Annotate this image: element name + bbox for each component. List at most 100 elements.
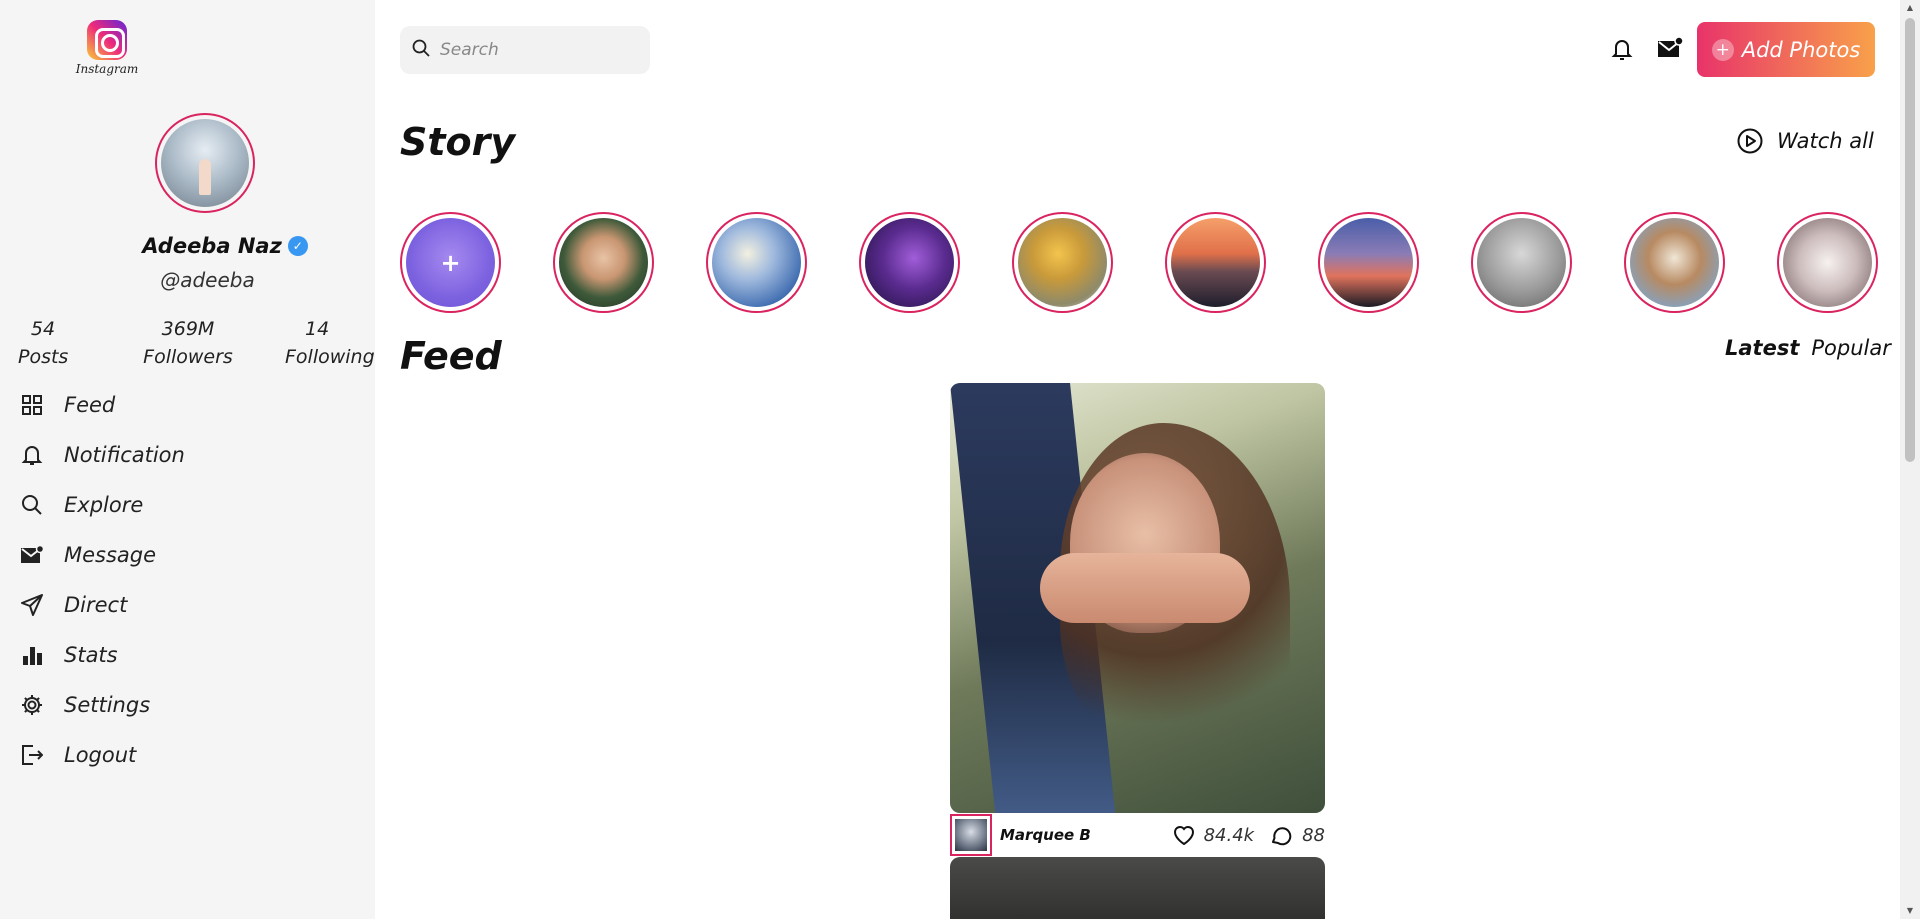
profile-avatar-image xyxy=(161,119,249,207)
notifications-button[interactable] xyxy=(1611,36,1633,66)
page-scrollbar[interactable]: ▲ ▼ xyxy=(1900,0,1920,919)
scroll-down-arrow-icon[interactable]: ▼ xyxy=(1900,903,1920,919)
stat-following[interactable]: 14 Following xyxy=(285,318,375,368)
feed-tabs: Latest Popular xyxy=(1725,336,1891,360)
story-image xyxy=(1324,218,1413,307)
tab-latest[interactable]: Latest xyxy=(1725,336,1799,360)
stories-row: + xyxy=(400,212,1878,313)
story-item[interactable] xyxy=(1471,212,1572,313)
stat-followers-value: 369M xyxy=(161,318,215,340)
comment-icon[interactable] xyxy=(1270,824,1294,846)
watch-all-button[interactable]: Watch all xyxy=(1737,128,1874,154)
nav-label-notification: Notification xyxy=(64,443,185,467)
nav-label-logout: Logout xyxy=(64,743,137,767)
stat-posts-value: 54 xyxy=(30,318,56,340)
nav-label-settings: Settings xyxy=(64,693,151,717)
stat-followers-label: Followers xyxy=(143,346,233,368)
story-item[interactable] xyxy=(1318,212,1419,313)
story-add-image: + xyxy=(406,218,495,307)
scroll-up-arrow-icon[interactable]: ▲ xyxy=(1900,0,1920,16)
nav-item-settings[interactable]: Settings xyxy=(18,680,185,730)
search-input[interactable] xyxy=(440,40,640,60)
nav-item-stats[interactable]: Stats xyxy=(18,630,185,680)
profile-name-row: Adeeba Naz ✓ xyxy=(120,234,330,258)
nav-label-message: Message xyxy=(64,543,157,567)
nav-item-message[interactable]: Message xyxy=(18,530,185,580)
profile-name: Adeeba Naz xyxy=(142,234,282,258)
nav-label-feed: Feed xyxy=(64,393,116,417)
story-item[interactable] xyxy=(1777,212,1878,313)
story-image xyxy=(559,218,648,307)
post-stats: 84.4k 88 xyxy=(1172,824,1325,846)
logo-text: Instagram xyxy=(75,62,139,76)
instagram-logo[interactable]: Instagram xyxy=(74,20,140,76)
feed-post-image[interactable] xyxy=(950,383,1325,813)
feed-heading: Feed xyxy=(400,334,502,378)
tab-popular[interactable]: Popular xyxy=(1811,336,1891,360)
story-heading: Story xyxy=(400,120,516,164)
post-likes-count: 84.4k xyxy=(1203,824,1255,846)
add-circle-icon: + xyxy=(1711,38,1734,61)
plus-icon: + xyxy=(440,248,461,277)
story-add[interactable]: + xyxy=(400,212,501,313)
story-item[interactable] xyxy=(859,212,960,313)
story-image xyxy=(1171,218,1260,307)
grid-icon xyxy=(18,391,46,419)
story-item[interactable] xyxy=(1624,212,1725,313)
story-image xyxy=(1783,218,1872,307)
bar-chart-icon xyxy=(18,641,46,669)
sidebar: Instagram Adeeba Naz ✓ @adeeba 54 Posts … xyxy=(0,0,375,919)
verified-badge-icon: ✓ xyxy=(287,236,308,256)
post-author-avatar[interactable] xyxy=(950,814,992,856)
mail-icon xyxy=(1658,36,1684,57)
profile-avatar[interactable] xyxy=(155,113,255,213)
nav-item-logout[interactable]: Logout xyxy=(18,730,185,780)
nav-item-notification[interactable]: Notification xyxy=(18,430,185,480)
stat-following-label: Following xyxy=(285,346,375,368)
story-image xyxy=(712,218,801,307)
stat-posts-label: Posts xyxy=(18,346,69,368)
post-image-part xyxy=(1040,553,1250,623)
stat-followers[interactable]: 369M Followers xyxy=(143,318,233,368)
nav-label-stats: Stats xyxy=(64,643,118,667)
story-image xyxy=(865,218,954,307)
add-photos-label: Add Photos xyxy=(1741,37,1861,62)
gear-icon xyxy=(18,691,46,719)
nav-label-direct: Direct xyxy=(64,593,128,617)
main-content: + Add Photos Story Watch all + xyxy=(375,0,1900,919)
watch-all-label: Watch all xyxy=(1777,129,1874,153)
heart-icon[interactable] xyxy=(1172,824,1196,846)
nav-item-direct[interactable]: Direct xyxy=(18,580,185,630)
add-photos-button[interactable]: + Add Photos xyxy=(1697,22,1875,77)
bell-icon xyxy=(1611,40,1633,60)
search-icon xyxy=(412,39,430,61)
post-author-avatar-image xyxy=(955,819,987,851)
play-circle-icon xyxy=(1737,128,1763,154)
feed-post-meta: Marquee B 84.4k 88 xyxy=(950,813,1325,857)
story-item[interactable] xyxy=(1165,212,1266,313)
send-icon xyxy=(18,591,46,619)
search-bar[interactable] xyxy=(400,26,650,74)
stat-posts[interactable]: 54 Posts xyxy=(18,318,68,368)
nav-item-feed[interactable]: Feed xyxy=(18,380,185,430)
sidebar-nav: Feed Notification Explore Message Direct xyxy=(18,380,185,780)
stat-following-value: 14 xyxy=(305,318,330,340)
profile-handle: @adeeba xyxy=(160,268,255,292)
instagram-logo-icon xyxy=(87,20,127,60)
bell-icon xyxy=(18,441,46,469)
story-image xyxy=(1630,218,1719,307)
story-image xyxy=(1477,218,1566,307)
story-item[interactable] xyxy=(706,212,807,313)
search-icon xyxy=(18,491,46,519)
messages-button[interactable] xyxy=(1657,36,1684,64)
post-comments-count: 88 xyxy=(1302,824,1325,846)
feed-post-image-next[interactable] xyxy=(950,857,1325,919)
post-author-name[interactable]: Marquee B xyxy=(1000,826,1172,844)
nav-item-explore[interactable]: Explore xyxy=(18,480,185,530)
story-item[interactable] xyxy=(1012,212,1113,313)
story-image xyxy=(1018,218,1107,307)
story-item[interactable] xyxy=(553,212,654,313)
mail-icon xyxy=(18,541,46,569)
logout-icon xyxy=(18,741,46,769)
scrollbar-thumb[interactable] xyxy=(1905,18,1915,462)
